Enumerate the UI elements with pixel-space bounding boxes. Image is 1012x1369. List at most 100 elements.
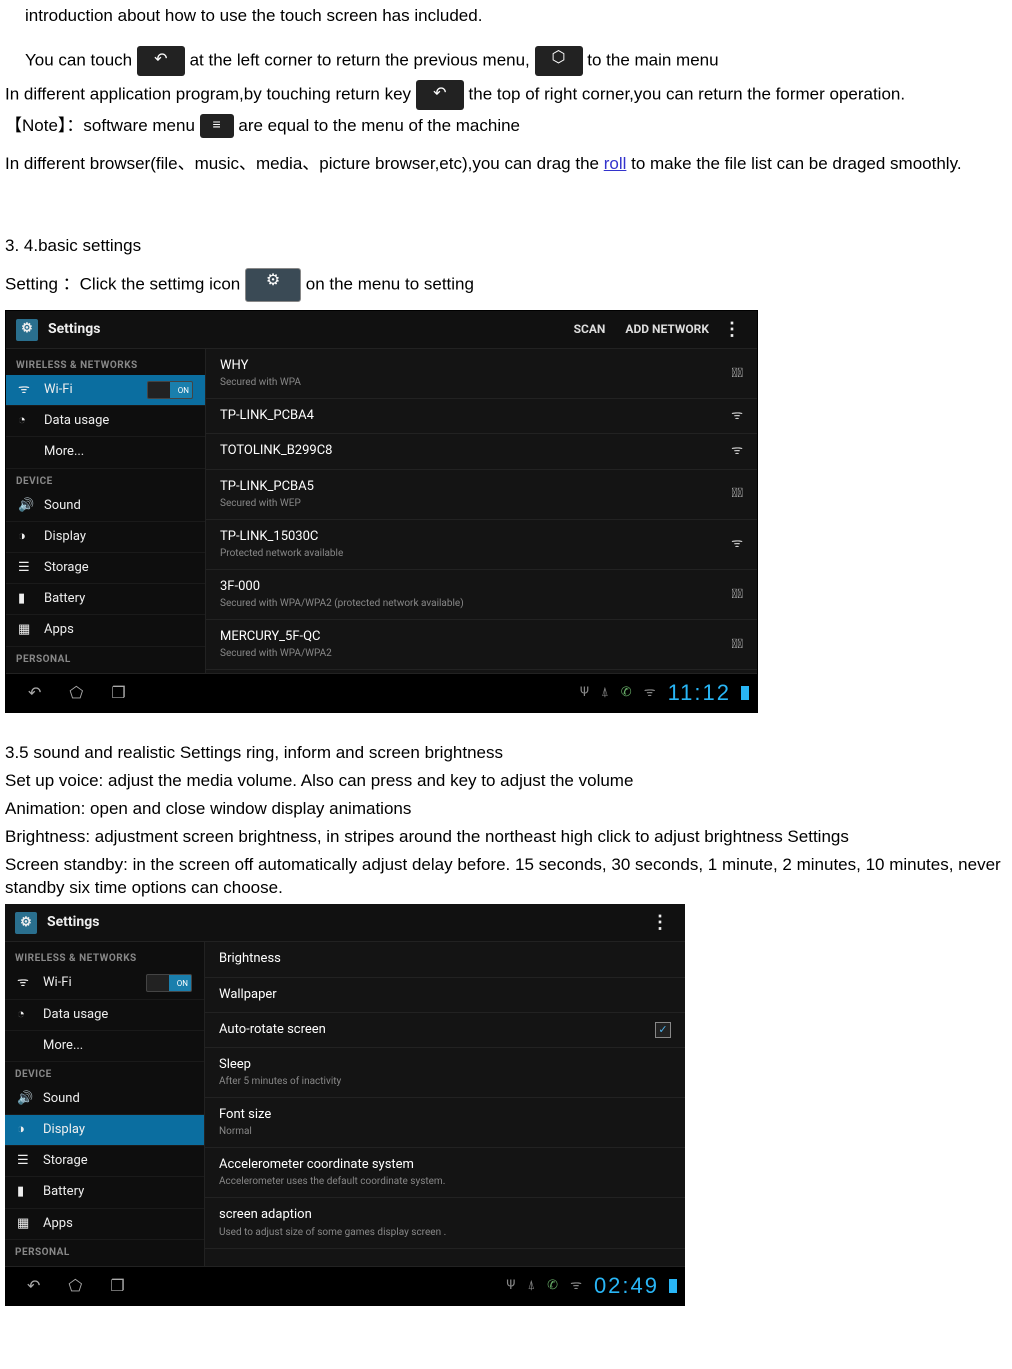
wifi-settings-screenshot: ⚙ Settings SCAN ADD NETWORK ⋮ WIRELESS &…	[5, 310, 758, 713]
wifi-row[interactable]: MERCURY_5F-QCSecured with WPA/WPA2ᯤ̲	[206, 620, 757, 670]
setting-row-autorotate[interactable]: Auto-rotate screen✓	[205, 1013, 685, 1048]
sidebar-item-storage[interactable]: ☰ Storage	[5, 1146, 204, 1177]
setting-row-fontsize[interactable]: Font sizeNormal	[205, 1098, 685, 1148]
wifi-row[interactable]: 3F-000Secured with WPA/WPA2 (protected n…	[206, 570, 757, 620]
sidebar-label: Storage	[44, 559, 89, 577]
sidebar-item-sound[interactable]: 🔊 Sound	[6, 491, 205, 522]
paragraph: 【Note】：software menu ≡ are equal to the …	[5, 114, 1007, 139]
home-nav-icon[interactable]: ⬠	[55, 678, 97, 708]
sidebar-item-data[interactable]: ◔ Data usage	[6, 406, 205, 437]
wifi-signal-lock-icon: ᯤ̲	[731, 485, 743, 503]
wifi-name: TP-LINK_15030C	[220, 528, 721, 546]
wifi-toggle[interactable]	[147, 381, 193, 399]
display-icon: ◑	[18, 528, 36, 546]
text: at the left corner to return the previou…	[190, 50, 535, 69]
wifi-signal-lock-icon: ᯤ̲	[731, 586, 743, 604]
sidebar-item-more[interactable]: More...	[5, 1031, 204, 1062]
setting-label: Auto-rotate screen	[219, 1021, 655, 1039]
home-nav-icon[interactable]: ⬠	[54, 1271, 96, 1301]
sidebar-item-apps[interactable]: ▦ Apps	[6, 615, 205, 646]
sidebar-group: DEVICE	[5, 1062, 204, 1084]
overflow-menu-icon[interactable]: ⋮	[645, 910, 675, 935]
wifi-icon: ᯤ	[18, 381, 36, 399]
text: In different application program,by touc…	[5, 84, 411, 103]
text: to make the file list can be draged smoo…	[631, 154, 961, 173]
autorotate-checkbox[interactable]: ✓	[655, 1022, 671, 1038]
setting-label: screen adaption	[219, 1206, 671, 1224]
sidebar-item-battery[interactable]: ▮ Battery	[6, 584, 205, 615]
overflow-menu-icon[interactable]: ⋮	[717, 317, 747, 342]
add-network-button[interactable]: ADD NETWORK	[617, 317, 717, 342]
wifi-row[interactable]: TOTOLINK_B299C8ᯤ	[206, 434, 757, 469]
storage-icon: ☰	[18, 559, 36, 577]
data-usage-icon: ◔	[18, 412, 36, 430]
recent-nav-icon[interactable]: ❐	[96, 1271, 138, 1301]
battery-indicator-icon	[741, 686, 749, 700]
phone-icon: ✆	[541, 1277, 564, 1295]
wifi-signal-icon: ᯤ	[731, 535, 743, 553]
settings-app-icon: ⚙	[16, 319, 38, 341]
wifi-row[interactable]: TP-LINK_PCBA4ᯤ	[206, 399, 757, 434]
wifi-row[interactable]: TP-LINK_15030CProtected network availabl…	[206, 520, 757, 570]
sidebar-label: Display	[44, 528, 86, 546]
sidebar-item-storage[interactable]: ☰ Storage	[6, 553, 205, 584]
paragraph: You can touch ↶ at the left corner to re…	[25, 46, 1007, 76]
back-icon: ↶	[137, 46, 185, 76]
wifi-name: TP-LINK_PCBA4	[220, 407, 721, 425]
sound-icon: 🔊	[17, 1090, 35, 1108]
android-icon: ⍋	[595, 684, 615, 702]
setting-row-wallpaper[interactable]: Wallpaper	[205, 978, 685, 1013]
sidebar-item-battery[interactable]: ▮ Battery	[5, 1177, 204, 1208]
data-usage-icon: ◔	[17, 1006, 35, 1024]
usb-icon: Ψ	[574, 684, 595, 702]
setting-label: Wallpaper	[219, 986, 671, 1004]
wifi-row[interactable]: TP-LINK_PCBA5Secured with WEPᯤ̲	[206, 470, 757, 520]
sidebar-label: Sound	[44, 497, 81, 515]
wifi-security: Secured with WPA/WPA2	[220, 647, 721, 661]
sidebar-item-data[interactable]: ◔ Data usage	[5, 1000, 204, 1031]
wifi-security: Protected network available	[220, 547, 721, 561]
back-nav-icon[interactable]: ↶	[13, 1271, 54, 1301]
setting-label: Font size	[219, 1106, 671, 1124]
wifi-status-icon: ᯤ	[638, 684, 662, 702]
sidebar-item-sound[interactable]: 🔊 Sound	[5, 1084, 204, 1115]
text: to the main menu	[587, 50, 718, 69]
text: In different browser(file、music、media、pi…	[5, 154, 604, 173]
setting-row-screenadaption[interactable]: screen adaptionUsed to adjust size of so…	[205, 1198, 685, 1248]
sidebar-item-display[interactable]: ◑ Display	[6, 522, 205, 553]
phone-icon: ✆	[615, 684, 638, 702]
sidebar-item-more[interactable]: More...	[6, 437, 205, 468]
sidebar-label: Apps	[43, 1215, 73, 1233]
setting-row-brightness[interactable]: Brightness	[205, 942, 685, 977]
battery-icon: ▮	[17, 1183, 35, 1201]
wifi-security: Secured with WEP	[220, 497, 721, 511]
recent-nav-icon[interactable]: ❐	[97, 678, 139, 708]
sidebar-label: Data usage	[44, 412, 109, 430]
back-nav-icon[interactable]: ↶	[14, 678, 55, 708]
sidebar-label: Wi-Fi	[43, 974, 72, 992]
battery-indicator-icon	[669, 1279, 677, 1293]
sidebar-label: Storage	[43, 1152, 88, 1170]
scan-button[interactable]: SCAN	[566, 317, 614, 342]
battery-icon: ▮	[18, 590, 36, 608]
setting-row-accel[interactable]: Accelerometer coordinate systemAccelerom…	[205, 1148, 685, 1198]
sidebar-label: Apps	[44, 621, 74, 639]
roll-link[interactable]: roll	[604, 154, 627, 173]
sidebar-group: PERSONAL	[6, 647, 205, 669]
setting-sublabel: Normal	[219, 1125, 671, 1139]
wifi-security: Secured with WPA	[220, 376, 721, 390]
setting-row-sleep[interactable]: SleepAfter 5 minutes of inactivity	[205, 1048, 685, 1098]
sidebar-item-apps[interactable]: ▦ Apps	[5, 1209, 204, 1240]
sidebar-label: Data usage	[43, 1006, 108, 1024]
wifi-row[interactable]: WHYSecured with WPAᯤ̲	[206, 349, 757, 399]
paragraph: Setting ：Click the settimg icon ⚙ on the…	[5, 268, 1007, 302]
sidebar-item-display[interactable]: ◑ Display	[5, 1115, 204, 1146]
setting-sublabel: Accelerometer uses the default coordinat…	[219, 1175, 671, 1189]
sidebar-item-wifi[interactable]: ᯤ Wi-Fi	[5, 968, 204, 999]
sidebar-item-wifi[interactable]: ᯤ Wi-Fi	[6, 375, 205, 406]
paragraph: Set up voice: adjust the media volume. A…	[5, 769, 1007, 793]
sidebar-group: PERSONAL	[5, 1240, 204, 1262]
wifi-toggle[interactable]	[146, 974, 192, 992]
wifi-network-list: WHYSecured with WPAᯤ̲ TP-LINK_PCBA4ᯤ TOT…	[206, 349, 757, 673]
wifi-name: 3F-000	[220, 578, 721, 596]
